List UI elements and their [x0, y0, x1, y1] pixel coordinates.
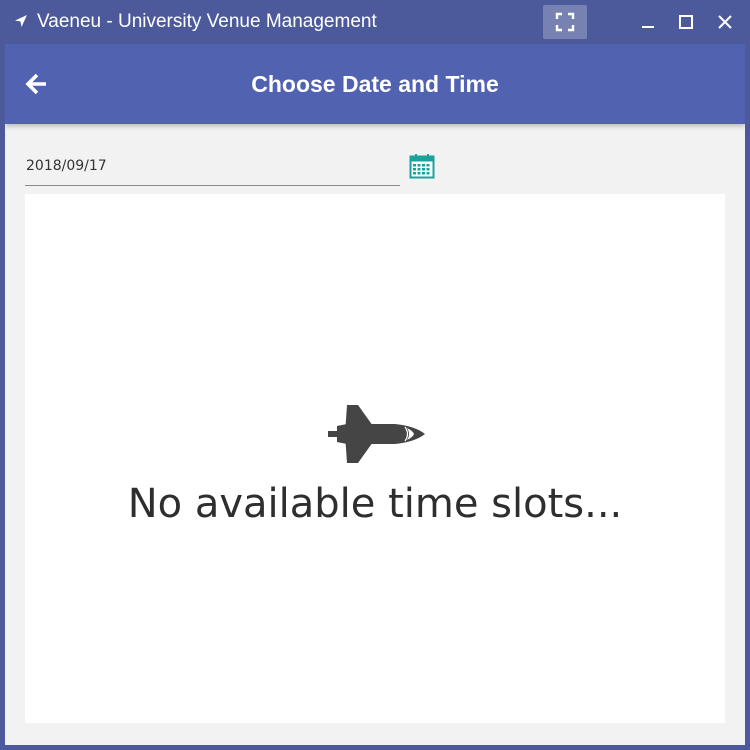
back-button[interactable]	[21, 68, 53, 100]
page-title: Choose Date and Time	[251, 71, 499, 97]
window-title: Vaeneu - University Venue Management	[37, 11, 377, 32]
space-shuttle-icon	[328, 405, 425, 463]
app-bar: Choose Date and Time	[5, 44, 745, 124]
maximize-button[interactable]	[666, 5, 706, 39]
window-title-bar[interactable]: Vaeneu - University Venue Management	[0, 0, 750, 44]
time-slots-panel: No available time slots...	[25, 194, 725, 723]
empty-state: No available time slots...	[25, 399, 725, 527]
date-input[interactable]	[25, 148, 401, 184]
minimize-button[interactable]	[628, 5, 668, 39]
calendar-button[interactable]	[408, 152, 436, 180]
minimize-icon	[642, 26, 654, 28]
close-icon	[718, 15, 732, 29]
maximize-icon	[679, 15, 693, 29]
application-window: Vaeneu - University Venue Management Cho…	[0, 0, 750, 750]
navigation-arrow-icon	[15, 15, 27, 27]
calendar-icon	[409, 154, 435, 179]
client-area: Choose Date and Time 2018/09/17 No avail…	[5, 44, 745, 745]
close-button[interactable]	[705, 5, 745, 39]
fullscreen-icon	[555, 12, 575, 32]
arrow-left-icon	[25, 73, 46, 95]
fullscreen-button[interactable]	[543, 5, 587, 39]
no-slots-message: No available time slots...	[127, 481, 623, 527]
date-field[interactable]	[25, 148, 401, 186]
